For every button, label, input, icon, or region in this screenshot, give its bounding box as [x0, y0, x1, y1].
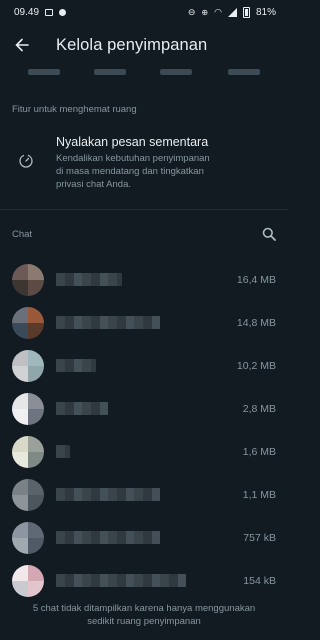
timer-icon [19, 154, 33, 168]
page-title: Kelola penyimpanan [56, 35, 208, 54]
wifi-icon: ◠ [214, 6, 222, 17]
chat-name-redacted [56, 402, 108, 415]
avatar [12, 263, 44, 296]
vibrate-icon: ⊕ [201, 7, 209, 17]
chat-name-redacted [56, 574, 186, 587]
status-bar: 09.49 ⊖ ⊕ ◠ 81% [0, 0, 288, 24]
chat-size: 1,1 MB [242, 488, 276, 501]
chat-size: 16,4 MB [236, 273, 276, 286]
chat-size: 14,8 MB [236, 316, 276, 329]
chat-size: 1,6 MB [242, 445, 276, 458]
chat-storage-row[interactable]: 16,4 MB [0, 258, 288, 301]
chat-storage-row[interactable]: 1,6 MB [0, 430, 288, 473]
arrow-left-icon [15, 38, 29, 52]
notification-icon [45, 8, 54, 16]
summary-bar [28, 69, 60, 75]
chat-name-redacted [56, 273, 122, 286]
status-time: 09.49 [14, 6, 40, 18]
chat-storage-row[interactable]: 2,8 MB [0, 387, 288, 430]
feature-description: Kendalikan kebutuhan penyimpanan di masa… [56, 152, 210, 191]
chat-size: 2,8 MB [242, 402, 276, 415]
search-icon [262, 227, 276, 241]
chat-storage-row[interactable]: 154 kB [0, 559, 288, 602]
chat-name-redacted [56, 488, 160, 501]
search-button[interactable] [262, 227, 276, 241]
chat-storage-row[interactable]: 14,8 MB [0, 301, 288, 344]
chats-section-label: Chat [12, 228, 33, 240]
features-section-label: Fitur untuk menghemat ruang [12, 104, 137, 115]
battery-icon [242, 6, 250, 18]
alarm-icon: ⊖ [187, 6, 196, 17]
feature-description-line: privasi chat Anda. [56, 179, 131, 190]
status-dot-icon [59, 8, 67, 16]
chat-list: 16,4 MB 14,8 MB 10,2 MB 2,8 MB 1,6 MB 1,1 MB 7… [0, 258, 288, 602]
footer-line: 5 chat tidak ditampilkan karena hanya me… [32, 603, 256, 614]
chat-name-redacted [56, 316, 160, 329]
feature-description-line: di masa mendatang dan tingkatkan [56, 166, 204, 177]
chat-name-redacted [56, 531, 160, 544]
chat-size: 10,2 MB [236, 359, 276, 372]
chat-storage-row[interactable]: 10,2 MB [0, 344, 288, 387]
avatar [12, 564, 44, 597]
avatar [12, 478, 44, 511]
avatar [12, 306, 44, 339]
summary-bar [94, 69, 126, 75]
app-bar: Kelola penyimpanan [0, 24, 288, 66]
chat-size: 154 kB [243, 574, 276, 587]
avatar [12, 521, 44, 554]
chats-header: Chat [0, 210, 288, 258]
battery-level: 81% [255, 6, 276, 18]
feature-title: Nyalakan pesan sementara [56, 135, 209, 149]
footer-note: 5 chat tidak ditampilkan karena hanya me… [0, 602, 288, 628]
chat-name-redacted [56, 359, 96, 372]
chat-name-redacted [56, 445, 70, 458]
storage-summary-bars [0, 66, 288, 82]
summary-bar [228, 69, 260, 75]
footer-line: sedikit ruang penyimpanan [87, 616, 201, 627]
summary-bar [160, 69, 192, 75]
chat-size: 757 kB [243, 531, 276, 544]
back-button[interactable] [10, 33, 34, 57]
feature-description-line: Kendalikan kebutuhan penyimpanan [56, 153, 210, 164]
signal-icon [227, 7, 237, 17]
avatar [12, 392, 44, 425]
chat-storage-row[interactable]: 757 kB [0, 516, 288, 559]
chat-storage-row[interactable]: 1,1 MB [0, 473, 288, 516]
disappearing-messages-option[interactable]: Nyalakan pesan sementara Kendalikan kebu… [0, 115, 288, 191]
avatar [12, 435, 44, 468]
avatar [12, 349, 44, 382]
